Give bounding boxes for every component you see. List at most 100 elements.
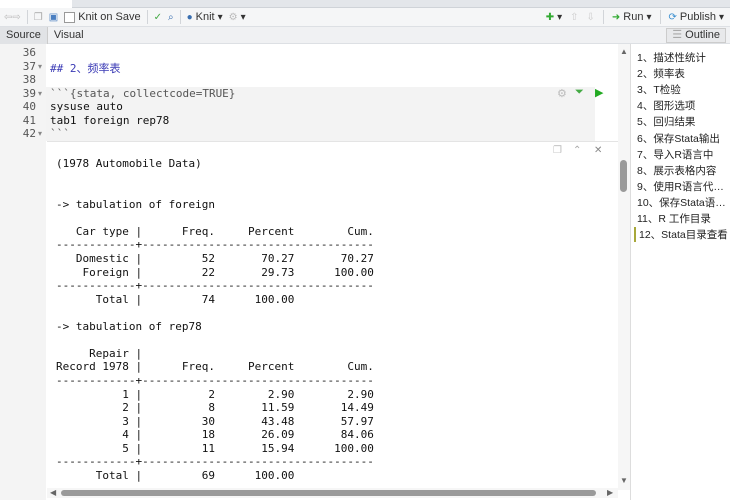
go-down-icon[interactable]: ⇩ bbox=[587, 12, 595, 23]
line-number: 39 bbox=[22, 86, 36, 100]
output-line: Domestic | 52 70.27 70.27 bbox=[56, 251, 374, 265]
settings-button[interactable]: ⚙ ▾ bbox=[229, 12, 246, 23]
output-line: -> tabulation of foreign bbox=[56, 197, 215, 211]
code-line[interactable]: ## 2、频率表 bbox=[50, 60, 121, 76]
output-line: ------------+---------------------------… bbox=[56, 455, 374, 469]
save-icon[interactable]: ▣ bbox=[49, 12, 58, 23]
scroll-up-icon[interactable]: ▲ bbox=[620, 47, 628, 56]
divider bbox=[146, 10, 148, 24]
fold-icon[interactable]: ▾ bbox=[38, 129, 42, 138]
output-line: Total | 69 100.00 bbox=[56, 468, 295, 482]
outline-item[interactable]: 3、T检验 bbox=[637, 82, 681, 97]
line-number: 38 bbox=[22, 73, 36, 86]
outline-item[interactable]: 12、Stata目录查看 bbox=[634, 227, 728, 243]
outline-item[interactable]: 4、图形选项 bbox=[637, 98, 695, 113]
output-line: Total | 74 100.00 bbox=[56, 292, 295, 306]
close-output-icon[interactable]: ✕ bbox=[594, 145, 602, 156]
code-line[interactable]: tab1 foreign rep78 bbox=[50, 114, 169, 127]
chevron-down-icon: ▾ bbox=[217, 11, 223, 23]
line-number: 42 bbox=[22, 127, 36, 140]
code-line[interactable]: sysuse auto bbox=[50, 100, 123, 113]
output-line: -> tabulation of rep78 bbox=[56, 319, 202, 333]
outline-item[interactable]: 5、回归结果 bbox=[637, 114, 695, 129]
publish-icon: ⟳ bbox=[668, 11, 677, 23]
outline-label: Outline bbox=[685, 29, 720, 41]
editor-mode-bar: Source Visual ☰ Outline bbox=[0, 26, 730, 44]
horizontal-scrollbar[interactable]: ◀ ▶ bbox=[47, 488, 618, 498]
knit-icon: ● bbox=[186, 11, 193, 23]
insert-chunk-button[interactable]: ✚ ▾ bbox=[546, 12, 562, 23]
outline-item[interactable]: 10、保存Stata语… bbox=[637, 195, 726, 210]
run-chunk-icon[interactable]: ▶ bbox=[595, 86, 603, 99]
file-tab[interactable] bbox=[0, 0, 72, 8]
outline-item[interactable]: 9、使用R语言代… bbox=[637, 179, 724, 194]
knit-label: Knit bbox=[195, 11, 215, 23]
file-tab-bar bbox=[0, 0, 730, 8]
output-line: 3 | 30 43.48 57.97 bbox=[56, 414, 374, 428]
output-line: Repair | bbox=[56, 346, 143, 360]
scroll-thumb[interactable] bbox=[620, 160, 627, 192]
fold-icon[interactable]: ▾ bbox=[38, 62, 42, 71]
code-line[interactable]: ``` bbox=[50, 127, 70, 140]
outline-item[interactable]: 8、展示表格内容 bbox=[637, 163, 716, 178]
line-number: 41 bbox=[22, 113, 36, 127]
outline-item[interactable]: 1、描述性统计 bbox=[637, 50, 706, 65]
divider bbox=[179, 10, 181, 24]
divider bbox=[659, 10, 661, 24]
line-number: 40 bbox=[22, 100, 36, 113]
show-in-window-icon[interactable]: ❐ bbox=[34, 12, 43, 23]
source-mode-tab[interactable]: Source bbox=[0, 26, 48, 44]
knit-on-save-checkbox[interactable]: Knit on Save bbox=[64, 11, 141, 23]
line-number: 37 bbox=[22, 59, 36, 73]
run-arrow-icon: ➜ bbox=[611, 11, 621, 23]
output-line: 5 | 11 15.94 100.00 bbox=[56, 441, 374, 455]
output-line: 4 | 18 26.09 84.06 bbox=[56, 428, 374, 442]
line-number: 36 bbox=[22, 46, 36, 59]
chevron-down-icon: ▾ bbox=[557, 11, 563, 23]
chunk-settings-icon[interactable]: ⚙ bbox=[557, 87, 567, 100]
outline-item[interactable]: 7、导入R语言中 bbox=[637, 147, 713, 162]
outline-toggle-button[interactable]: ☰ Outline bbox=[666, 28, 726, 43]
expand-output-icon[interactable]: ❐ bbox=[553, 145, 562, 156]
outline-item[interactable]: 11、R 工作目录 bbox=[637, 211, 711, 226]
chevron-down-icon: ▾ bbox=[718, 11, 724, 23]
outline-item[interactable]: 2、频率表 bbox=[637, 66, 685, 81]
output-line: Record 1978 | Freq. Percent Cum. bbox=[56, 360, 374, 374]
output-line: ------------+---------------------------… bbox=[56, 374, 374, 387]
output-line: Foreign | 22 29.73 100.00 bbox=[56, 265, 374, 279]
back-forward-icon[interactable]: ⇦⇨ bbox=[4, 12, 21, 23]
visual-mode-tab[interactable]: Visual bbox=[48, 27, 90, 44]
publish-button[interactable]: ⟳ Publish ▾ bbox=[669, 11, 725, 23]
vertical-scrollbar[interactable]: ▲ ▼ bbox=[618, 44, 630, 490]
run-previous-chunks-icon[interactable]: ⏷ bbox=[575, 86, 584, 99]
publish-label: Publish bbox=[679, 11, 716, 23]
code-line[interactable]: ```{stata, collectcode=TRUE} bbox=[50, 87, 235, 100]
outline-item[interactable]: 6、保存Stata输出 bbox=[637, 131, 720, 146]
scroll-left-icon[interactable]: ◀ bbox=[50, 488, 56, 497]
collapse-output-icon[interactable]: ⌃ bbox=[573, 145, 581, 156]
chunk-output: ❐ ⌃ ✕ (1978 Automobile Data) -> tabulatio… bbox=[47, 141, 618, 490]
scroll-right-icon[interactable]: ▶ bbox=[607, 488, 613, 497]
stata-output-text: (1978 Automobile Data) -> tabulation of f… bbox=[56, 157, 374, 483]
spellcheck-icon[interactable]: ✓ bbox=[154, 12, 162, 23]
output-line: ------------+---------------------------… bbox=[56, 238, 374, 252]
knit-on-save-label: Knit on Save bbox=[78, 11, 141, 23]
output-line: 1 | 2 2.90 2.90 bbox=[56, 387, 374, 401]
editor-toolbar: ⇦⇨ ❐ ▣ Knit on Save ✓ ⌕ ● Knit ▾ ⚙ ▾ ✚ ▾ ⇧ ⇩… bbox=[0, 8, 730, 27]
output-line: (1978 Automobile Data) bbox=[56, 157, 202, 170]
go-up-icon[interactable]: ⇧ bbox=[570, 12, 578, 23]
scroll-thumb[interactable] bbox=[61, 490, 596, 496]
run-button[interactable]: ➜ Run ▾ bbox=[612, 11, 652, 23]
search-icon[interactable]: ⌕ bbox=[168, 12, 174, 23]
insert-chunk-icon: ✚ bbox=[545, 11, 555, 23]
scroll-down-icon[interactable]: ▼ bbox=[620, 476, 628, 485]
knit-button[interactable]: ● Knit ▾ bbox=[187, 11, 223, 23]
checkbox[interactable] bbox=[64, 11, 76, 23]
output-line: Car type | Freq. Percent Cum. bbox=[56, 224, 374, 238]
chevron-down-icon: ▾ bbox=[646, 11, 652, 23]
fold-icon[interactable]: ▾ bbox=[38, 89, 42, 98]
